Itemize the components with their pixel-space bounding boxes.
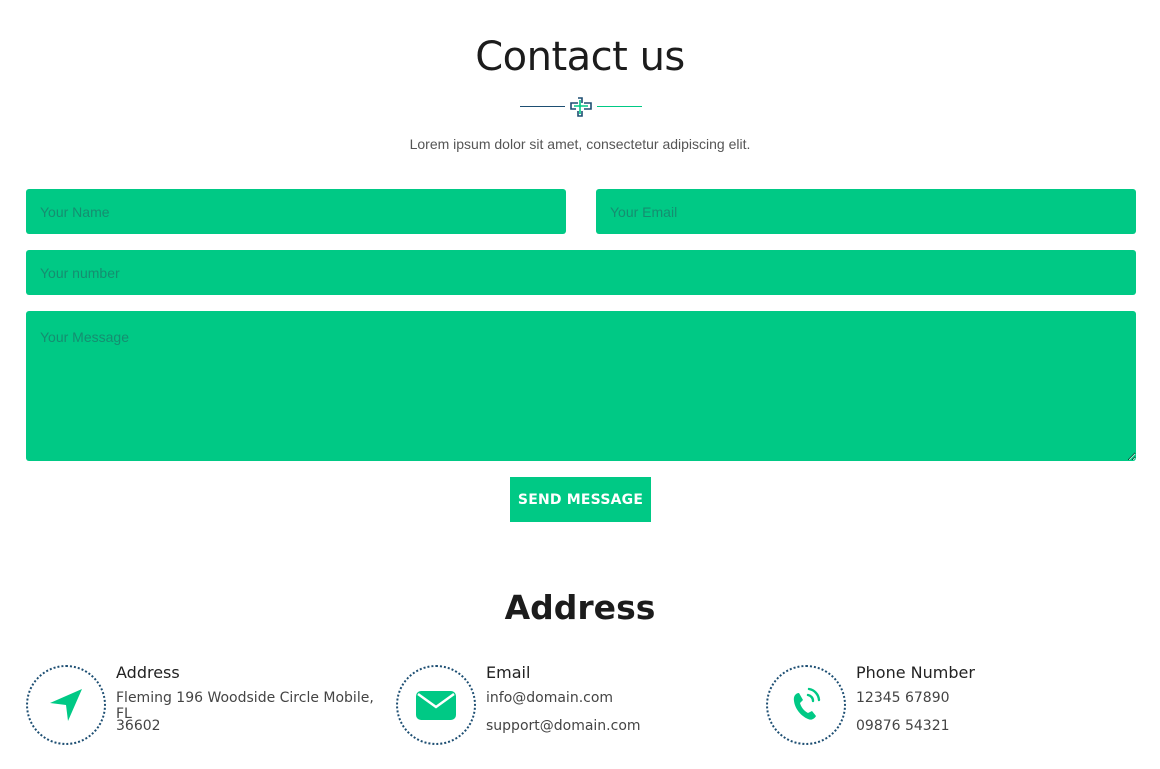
divider-line-left xyxy=(520,106,565,107)
message-field[interactable] xyxy=(26,311,1136,461)
phone-line-1: 12345 67890 xyxy=(856,690,950,706)
title-divider xyxy=(520,96,642,118)
phone-heading: Phone Number xyxy=(856,663,975,682)
email-line-2: support@domain.com xyxy=(486,718,641,734)
email-icon-circle xyxy=(396,665,476,745)
address-line-2: 36602 xyxy=(116,718,161,734)
phone-info-block: Phone Number 12345 67890 09876 54321 xyxy=(766,663,1126,745)
page-title: Contact us xyxy=(475,34,685,80)
name-field[interactable] xyxy=(26,189,566,234)
envelope-icon xyxy=(416,691,456,720)
email-line-1: info@domain.com xyxy=(486,690,614,706)
address-info-block: Address Fleming 196 Woodside Circle Mobi… xyxy=(26,663,386,745)
address-icon-circle xyxy=(26,665,106,745)
number-field[interactable] xyxy=(26,250,1136,295)
phone-icon xyxy=(793,687,821,720)
divider-line-right xyxy=(597,106,642,107)
phone-line-2: 09876 54321 xyxy=(856,718,950,734)
phone-icon-circle xyxy=(766,665,846,745)
address-heading: Address xyxy=(116,663,180,682)
email-field[interactable] xyxy=(596,189,1136,234)
send-message-button[interactable]: SEND MESSAGE xyxy=(510,477,651,522)
location-arrow-icon xyxy=(50,689,82,721)
email-info-block: Email info@domain.com support@domain.com xyxy=(396,663,756,745)
email-heading: Email xyxy=(486,663,531,682)
medical-cross-icon xyxy=(570,97,592,117)
page-subtitle: Lorem ipsum dolor sit amet, consectetur … xyxy=(409,136,751,152)
address-section-title: Address xyxy=(504,588,656,627)
